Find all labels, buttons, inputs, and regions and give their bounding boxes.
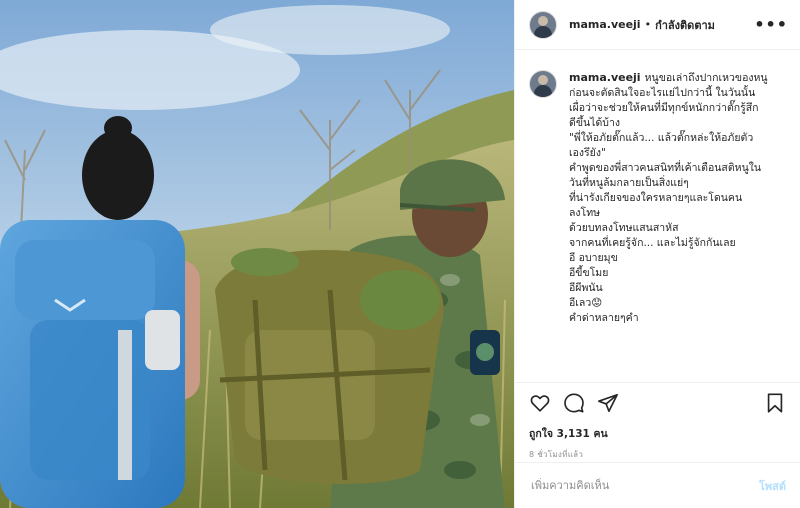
caption-line: อีเลว😟	[569, 297, 603, 309]
post-header: mama.veeji • กำลังติดตาม •••	[515, 0, 800, 50]
caption-line: ลงโทษ	[569, 207, 601, 219]
caption-line: ด้วยบทลงโทษแสนสาหัส	[569, 222, 679, 234]
caption-text: mama.veeji หนูขอเล่าถึงปากเหวของหนู ก่อนจ…	[569, 70, 789, 382]
caption-line: เผื่อว่าจะช่วยให้คนที่มีทุกข์หนักกว่าตั๊…	[569, 102, 759, 114]
caption-line: คำด่าหลายๆคำ	[569, 312, 639, 324]
caption-area: mama.veeji หนูขอเล่าถึงปากเหวของหนู ก่อนจ…	[529, 60, 790, 382]
action-icons	[529, 391, 786, 415]
bookmark-icon[interactable]	[764, 392, 786, 414]
caption-line: "พี่ให้อภัยตั๊กแล้ว... แล้วตั๊กหล่ะให้อภ…	[569, 132, 754, 144]
post-photo[interactable]	[0, 0, 514, 508]
caption-line: คำพูดของพี่สาวคนสนิทที่เค้าเตือนสติหนูใน	[569, 162, 762, 174]
caption-avatar[interactable]	[529, 70, 557, 98]
post-comment-button[interactable]: โพสต์	[759, 477, 786, 495]
caption-line: อีผีพนัน	[569, 282, 603, 294]
avatar[interactable]	[529, 10, 557, 39]
caption-username-link[interactable]: mama.veeji	[569, 71, 641, 84]
caption-line: วันที่หนูล้มกลายเป็นสิ่งแย่ๆ	[569, 177, 689, 189]
caption-line: ที่น่ารังเกียจของใครหลายๆและโดนคน	[569, 192, 743, 204]
caption-line: จากคนที่เคยรู้จัก... และไม่รู้จักกันเลย	[569, 237, 736, 249]
comment-icon[interactable]	[563, 392, 585, 414]
username-link[interactable]: mama.veeji	[569, 18, 641, 31]
like-count[interactable]: ถูกใจ 3,131 คน	[529, 425, 786, 442]
share-icon[interactable]	[597, 392, 619, 414]
hikers-photo	[0, 0, 514, 508]
post-timestamp[interactable]: 8 ชั่วโมงที่แล้ว	[529, 448, 786, 461]
post-sidebar: mama.veeji • กำลังติดตาม ••• mama.veeji ห…	[514, 0, 800, 508]
more-options-icon[interactable]: •••	[754, 15, 788, 34]
action-bar: ถูกใจ 3,131 คน 8 ชั่วโมงที่แล้ว	[515, 382, 800, 462]
caption-line: ก่อนจะตัดสินใจอะไรแย่ไปกว่านี้ ในวันนั้น	[569, 87, 756, 99]
caption-line: ดีขึ้นได้บ้าง	[569, 117, 620, 129]
heart-icon[interactable]	[529, 392, 551, 414]
caption-line: เองรึยัง"	[569, 147, 606, 159]
comment-input[interactable]	[529, 478, 759, 493]
instagram-post: mama.veeji • กำลังติดตาม ••• mama.veeji ห…	[0, 0, 800, 508]
comment-box: โพสต์	[515, 462, 800, 508]
caption-line: อีขี้ขโมย	[569, 267, 609, 279]
caption-line: อี อบายมุข	[569, 252, 618, 264]
following-button[interactable]: กำลังติดตาม	[655, 16, 715, 34]
caption-line: mama.veeji หนูขอเล่าถึงปากเหวของหนู	[569, 71, 768, 84]
separator-dot: •	[644, 18, 652, 31]
